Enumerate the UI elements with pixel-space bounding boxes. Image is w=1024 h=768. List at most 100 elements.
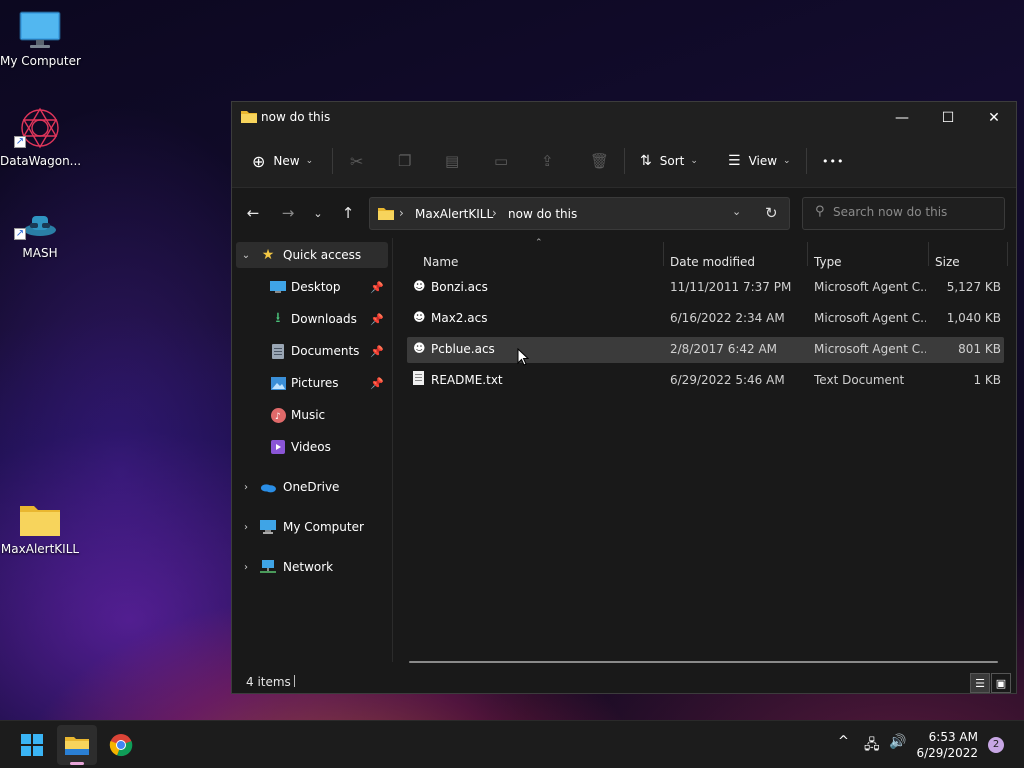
table-row[interactable]: ☻ Max2.acs 6/16/2022 2:34 AM Microsoft A…	[407, 306, 1004, 332]
recent-locations-button[interactable]: ⌄	[306, 201, 330, 225]
refresh-button[interactable]: ↻	[765, 204, 778, 222]
table-row[interactable]: README.txt 6/29/2022 5:46 AM Text Docume…	[407, 368, 1004, 394]
minimize-button[interactable]: —	[879, 102, 925, 134]
column-divider[interactable]	[807, 242, 808, 266]
table-row[interactable]: ☻ Bonzi.acs 11/11/2011 7:37 PM Microsoft…	[407, 275, 1004, 301]
up-button[interactable]: ↑	[336, 201, 360, 225]
file-name: Pcblue.acs	[431, 342, 495, 356]
address-dropdown-button[interactable]: ⌄	[732, 205, 741, 218]
nav-item-pictures[interactable]: Pictures 📌	[236, 370, 388, 396]
back-button[interactable]: ←	[241, 201, 265, 225]
trash-icon: 🗑	[590, 152, 610, 170]
videos-icon	[270, 439, 286, 455]
pin-icon: 📌	[370, 344, 384, 358]
start-button[interactable]	[12, 725, 52, 765]
share-button[interactable]: ⇪	[541, 148, 554, 174]
tray-overflow-button[interactable]: ^	[838, 734, 849, 749]
rename-icon: ▭	[494, 152, 509, 170]
divider	[294, 675, 295, 687]
chevron-down-icon: ⌄	[783, 156, 791, 166]
column-header-size[interactable]: Size	[935, 255, 960, 269]
nav-item-documents[interactable]: Documents 📌	[236, 338, 388, 364]
shortcut-arrow-icon: ↗	[14, 228, 26, 240]
file-size: 1 KB	[973, 373, 1001, 387]
desktop-icon-label: MaxAlertKILL	[0, 542, 80, 556]
volume-icon[interactable]: 🔊	[889, 734, 906, 750]
active-app-indicator	[70, 762, 84, 765]
command-bar: ⊕ New ⌄ ✂ ❐ ▤ ▭ ⇪ 🗑 ⇅ Sort ⌄ ☰ View ⌄ ••…	[232, 134, 1016, 188]
column-header-name[interactable]: Name	[423, 255, 458, 269]
minimize-icon: —	[895, 110, 909, 126]
paste-button[interactable]: ▤	[445, 148, 459, 174]
horizontal-scrollbar[interactable]	[409, 661, 998, 663]
sort-button-label: Sort	[659, 154, 685, 168]
breadcrumb-item[interactable]: MaxAlertKILL	[415, 207, 493, 221]
pin-icon: 📌	[370, 312, 384, 326]
chevron-right-icon[interactable]: ›	[240, 562, 252, 573]
chevron-down-icon[interactable]: ⌄	[240, 250, 252, 261]
share-icon: ⇪	[541, 152, 554, 170]
address-field[interactable]: › MaxAlertKILL › now do this ⌄ ↻	[369, 197, 790, 230]
close-button[interactable]: ✕	[971, 102, 1017, 134]
nav-item-downloads[interactable]: ⭳ Downloads 📌	[236, 306, 388, 332]
title-bar[interactable]: now do this — ☐ ✕	[232, 102, 1016, 134]
column-divider[interactable]	[1007, 242, 1008, 266]
desktop-icon-label: MASH	[22, 246, 58, 260]
column-divider[interactable]	[928, 242, 929, 266]
search-box[interactable]: ⚲	[802, 197, 1005, 230]
nav-item-videos[interactable]: Videos	[236, 434, 388, 460]
more-options-button[interactable]: •••	[822, 148, 844, 174]
plus-circle-icon: ⊕	[252, 151, 266, 171]
column-divider[interactable]	[663, 242, 664, 266]
file-size: 5,127 KB	[946, 280, 1001, 294]
chevron-right-icon[interactable]: ›	[240, 522, 252, 533]
column-header-date-modified[interactable]: Date modified	[670, 255, 755, 269]
onedrive-icon	[260, 479, 276, 495]
nav-item-music[interactable]: ♪ Music	[236, 402, 388, 428]
tiles-view-button[interactable]: ▣	[991, 673, 1011, 693]
nav-item-desktop[interactable]: Desktop 📌	[236, 274, 388, 300]
delete-button[interactable]: 🗑	[590, 148, 609, 174]
maximize-button[interactable]: ☐	[925, 102, 971, 134]
maximize-icon: ☐	[941, 110, 955, 126]
agent-file-icon: ☻	[413, 341, 426, 355]
breadcrumb-item[interactable]: now do this	[508, 207, 577, 221]
forward-button[interactable]: →	[276, 201, 300, 225]
close-icon: ✕	[988, 110, 1000, 126]
table-row-selected[interactable]: ☻ Pcblue.acs 2/8/2017 6:42 AM Microsoft …	[407, 337, 1004, 363]
cut-button[interactable]: ✂	[350, 148, 363, 174]
view-button[interactable]: ☰ View ⌄	[728, 148, 791, 174]
file-name: README.txt	[431, 373, 503, 387]
nav-item-onedrive[interactable]: › OneDrive	[236, 474, 388, 500]
file-type: Microsoft Agent C...	[814, 280, 926, 294]
network-status-icon[interactable]: 🖧	[864, 734, 880, 758]
taskbar-file-explorer[interactable]	[57, 725, 97, 765]
desktop-icon-maxalertkill[interactable]: MaxAlertKILL	[0, 500, 80, 556]
nav-label: OneDrive	[283, 480, 340, 494]
chevron-right-icon[interactable]: ›	[240, 482, 252, 493]
new-button[interactable]: ⊕ New ⌄	[252, 148, 313, 174]
agent-file-icon: ☻	[413, 310, 426, 324]
nav-quick-access[interactable]: ⌄ ★ Quick access	[236, 242, 388, 268]
nav-item-my-computer[interactable]: › My Computer	[236, 514, 388, 540]
details-view-button[interactable]: ☰	[970, 673, 990, 693]
nav-label: Network	[283, 560, 334, 574]
view-button-label: View	[748, 154, 778, 168]
notification-badge[interactable]: 2	[988, 737, 1004, 753]
desktop-icon-datawagon[interactable]: ↗ DataWagon...	[0, 106, 81, 168]
file-type: Microsoft Agent C...	[814, 342, 926, 356]
search-input[interactable]	[833, 205, 993, 219]
search-icon: ⚲	[815, 204, 825, 219]
new-button-label: New	[273, 154, 300, 168]
copy-button[interactable]: ❐	[398, 148, 411, 174]
desktop-icon-my-computer[interactable]: My Computer	[0, 10, 81, 68]
taskbar-chrome[interactable]	[101, 725, 141, 765]
documents-icon	[270, 343, 286, 359]
clock[interactable]: 6:53 AM 6/29/2022	[910, 729, 978, 761]
file-list: ⌃ Name Date modified Type Size ☻ Bonzi.a…	[393, 238, 1016, 662]
column-header-type[interactable]: Type	[814, 255, 842, 269]
rename-button[interactable]: ▭	[494, 148, 508, 174]
desktop-icon-mash[interactable]: ↗ MASH	[0, 210, 80, 260]
sort-button[interactable]: ⇅ Sort ⌄	[640, 148, 698, 174]
nav-item-network[interactable]: › Network	[236, 554, 388, 580]
